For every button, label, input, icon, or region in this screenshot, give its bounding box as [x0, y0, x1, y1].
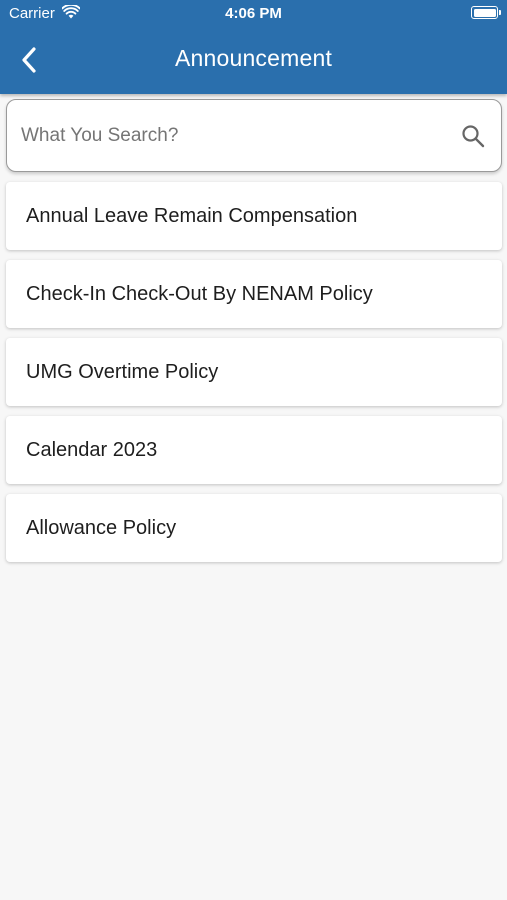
- announcement-item[interactable]: Annual Leave Remain Compensation: [6, 182, 502, 250]
- announcement-title: Check-In Check-Out By NENAM Policy: [26, 282, 373, 305]
- announcement-item[interactable]: Calendar 2023: [6, 416, 502, 484]
- search-icon[interactable]: [461, 124, 485, 148]
- announcement-item[interactable]: Check-In Check-Out By NENAM Policy: [6, 260, 502, 328]
- clock: 4:06 PM: [225, 5, 282, 22]
- battery-icon: [471, 6, 501, 19]
- app-header: Carrier 4:06 PM Announcement: [0, 0, 507, 94]
- status-bar: Carrier 4:06 PM: [0, 0, 507, 28]
- announcement-title: Annual Leave Remain Compensation: [26, 204, 358, 227]
- announcement-list: Annual Leave Remain Compensation Check-I…: [6, 182, 502, 572]
- announcement-item[interactable]: UMG Overtime Policy: [6, 338, 502, 406]
- announcement-title: Calendar 2023: [26, 438, 158, 461]
- announcement-item[interactable]: Allowance Policy: [6, 494, 502, 562]
- search-input[interactable]: [21, 100, 451, 171]
- announcement-title: Allowance Policy: [26, 516, 177, 539]
- page-title: Announcement: [174, 45, 333, 71]
- announcement-title: UMG Overtime Policy: [26, 360, 219, 383]
- search-box[interactable]: [6, 99, 502, 172]
